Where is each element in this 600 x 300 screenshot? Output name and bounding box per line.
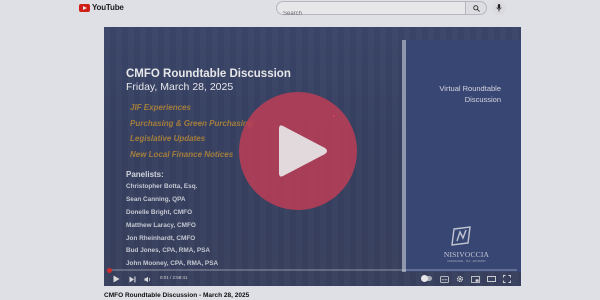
youtube-logo-icon xyxy=(79,3,90,12)
subtitles-icon xyxy=(440,275,449,283)
search-button[interactable] xyxy=(465,1,487,15)
panelist-item: Bud Jones, CPA, RMA, PSA xyxy=(126,247,211,255)
panelist-item: Christopher Botta, Esq. xyxy=(126,183,198,190)
youtube-logo-text: YouTube xyxy=(92,3,124,12)
panelist-item: Matthew Laracy, CMFO xyxy=(126,221,196,229)
slide-date: Friday, March 28, 2025 xyxy=(126,81,234,93)
play-icon xyxy=(279,125,327,177)
cursor-dot xyxy=(333,115,335,117)
play-small-icon xyxy=(113,275,120,283)
volume-icon xyxy=(144,276,151,282)
volume-button[interactable] xyxy=(144,274,152,284)
panelist-item: Sean Canning, QPA xyxy=(126,195,186,203)
fullscreen-icon xyxy=(503,275,511,283)
slide-title: CMFO Roundtable Discussion xyxy=(126,68,291,80)
video-title[interactable]: CMFO Roundtable Discussion - March 28, 2… xyxy=(104,292,249,299)
subtitles-button[interactable] xyxy=(440,274,449,284)
autoplay-toggle[interactable] xyxy=(421,275,432,282)
search-input[interactable] xyxy=(277,8,466,20)
topic-item: Purchasing & Green Purchasing xyxy=(130,118,253,128)
search-icon xyxy=(472,4,480,12)
settings-button[interactable] xyxy=(456,274,464,284)
miniplayer-icon xyxy=(471,275,480,283)
play-button[interactable] xyxy=(239,92,357,210)
topic-item: JIF Experiences xyxy=(130,103,191,112)
next-icon xyxy=(129,276,136,282)
topic-list: JIF Experiences Purchasing & Green Purch… xyxy=(130,103,253,166)
miniplayer-button[interactable] xyxy=(471,274,480,284)
firm-name: NISIVOCCIA xyxy=(443,250,490,259)
search-box xyxy=(276,1,466,20)
top-bar: YouTube xyxy=(0,0,600,20)
theater-mode-button[interactable] xyxy=(487,274,496,284)
panelist-item: Donelle Bright, CMFO xyxy=(126,208,193,216)
side-title: Virtual Roundtable Discussion xyxy=(406,84,521,105)
progress-bar[interactable] xyxy=(107,267,517,273)
time-display: 0:01 / 2:58:41 xyxy=(160,275,188,280)
topic-item: Legislative Updates xyxy=(130,134,206,144)
panelist-item: Jon Rheinhardt, CMFO xyxy=(126,234,196,242)
voice-search-button[interactable] xyxy=(492,1,506,15)
youtube-logo[interactable]: YouTube xyxy=(79,3,124,12)
side-title-line-1: Virtual Roundtable xyxy=(439,84,501,93)
next-button[interactable] xyxy=(129,274,136,284)
player-controls: 0:01 / 2:58:41 xyxy=(104,272,521,286)
topic-item: New Local Finance Notices xyxy=(130,150,234,160)
gear-icon xyxy=(456,275,464,283)
firm-logo-icon xyxy=(451,226,471,246)
panelists-heading: Panelists: xyxy=(126,170,164,179)
firm-tagline: ASSURANCE · TAX · ADVISORY xyxy=(447,260,486,263)
video-player[interactable]: CMFO Roundtable Discussion Friday, March… xyxy=(104,27,521,286)
microphone-icon xyxy=(496,4,502,12)
theater-icon xyxy=(487,276,496,282)
fullscreen-button[interactable] xyxy=(503,274,511,284)
play-control[interactable] xyxy=(113,274,120,284)
slide-side-panel: Virtual Roundtable Discussion NISIVOCCIA… xyxy=(406,40,521,272)
panelist-list: Christopher Botta, Esq. Sean Canning, QP… xyxy=(126,183,218,273)
side-title-line-2: Discussion xyxy=(464,94,501,104)
